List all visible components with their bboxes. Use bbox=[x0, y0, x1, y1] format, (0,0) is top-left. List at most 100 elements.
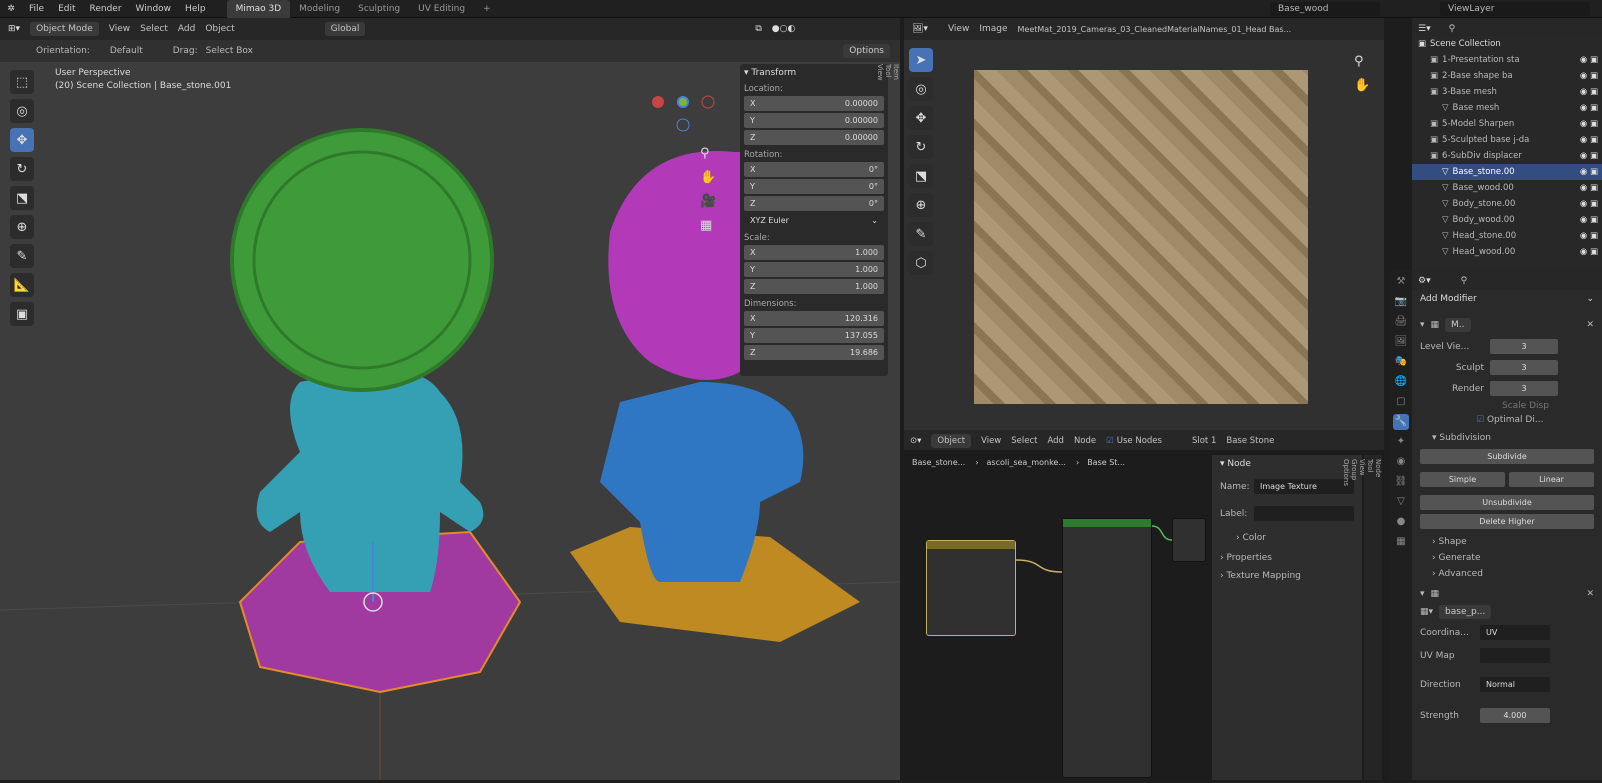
menu-file[interactable]: File bbox=[22, 0, 51, 18]
dimension-y-field[interactable]: Y 137.055 bbox=[744, 328, 884, 343]
shader-type-dropdown[interactable]: Object bbox=[931, 434, 972, 448]
visibility-eye-icon[interactable]: ◉ ▣ bbox=[1580, 215, 1598, 225]
grid-icon[interactable]: ▦ bbox=[700, 214, 716, 238]
slot-dropdown[interactable]: Slot 1 bbox=[1192, 436, 1216, 446]
search-icon[interactable]: ⚲ bbox=[1449, 24, 1456, 34]
rotation-mode-dropdown[interactable]: XYZ Euler ⌄ bbox=[744, 213, 884, 228]
outliner-row[interactable]: ▽ Head_stone.00 ◉ ▣ bbox=[1412, 228, 1602, 244]
modifier-tab-icon[interactable]: 🔧 bbox=[1393, 414, 1409, 430]
generate-section[interactable]: › Generate bbox=[1412, 549, 1602, 565]
tab-group[interactable]: Group bbox=[1350, 459, 1358, 766]
visibility-eye-icon[interactable]: ◉ ▣ bbox=[1580, 151, 1598, 161]
outliner-row[interactable]: ▣ 6-SubDiv displacer ◉ ▣ bbox=[1412, 148, 1602, 164]
tab-item[interactable]: Item bbox=[892, 64, 900, 80]
outliner-row[interactable]: ▽ Head_wood.00 ◉ ▣ bbox=[1412, 244, 1602, 260]
transform-tool-icon[interactable]: ⊕ bbox=[909, 193, 933, 217]
subdivision-section[interactable]: ▾ Subdivision bbox=[1412, 427, 1602, 445]
view-layer-tab-icon[interactable]: 🖼 bbox=[1393, 334, 1409, 350]
menu-view[interactable]: View bbox=[948, 24, 969, 34]
object-tab-icon[interactable]: ▢ bbox=[1393, 394, 1409, 410]
workspace-tab-uv-editing[interactable]: UV Editing bbox=[409, 0, 474, 18]
workspace-tab-mimao[interactable]: Mimao 3D bbox=[226, 0, 291, 18]
visibility-eye-icon[interactable]: ◉ ▣ bbox=[1580, 199, 1598, 209]
rotate-tool-icon[interactable]: ↻ bbox=[909, 135, 933, 159]
menu-select[interactable]: Select bbox=[1011, 436, 1037, 446]
scene-selector[interactable]: Base_wood bbox=[1270, 2, 1380, 16]
search-icon[interactable]: ⚲ bbox=[1461, 276, 1468, 286]
visibility-eye-icon[interactable]: ◉ ▣ bbox=[1580, 87, 1598, 97]
select-box-tool-icon[interactable]: ⬚ bbox=[10, 70, 34, 94]
shading-solid-icon[interactable]: ●○◐ bbox=[772, 24, 796, 34]
location-x-field[interactable]: X 0.00000 bbox=[744, 96, 884, 111]
pan-hand-icon[interactable]: ✋ bbox=[1354, 74, 1370, 98]
tab-options[interactable]: Options bbox=[1342, 459, 1350, 780]
outliner-row[interactable]: ▽ Base mesh ◉ ▣ bbox=[1412, 100, 1602, 116]
visibility-eye-icon[interactable]: ◉ ▣ bbox=[1580, 183, 1598, 193]
cursor-tool-icon[interactable]: ◎ bbox=[909, 77, 933, 101]
menu-object[interactable]: Object bbox=[205, 24, 234, 34]
coordinates-dropdown[interactable]: UV bbox=[1480, 625, 1550, 640]
texture-name-field[interactable]: base_p... bbox=[1439, 605, 1492, 619]
unsubdivide-button[interactable]: Unsubdivide bbox=[1420, 495, 1594, 510]
scale-disp-checkbox[interactable]: Scale Disp bbox=[1412, 399, 1602, 413]
optimal-display-checkbox[interactable]: ☑ Optimal Di... bbox=[1412, 413, 1602, 427]
menu-add[interactable]: Add bbox=[178, 24, 195, 34]
editor-type-icon[interactable]: 🖼▾ bbox=[912, 24, 928, 34]
linear-button[interactable]: Linear bbox=[1509, 472, 1594, 487]
visibility-eye-icon[interactable]: ◉ ▣ bbox=[1580, 231, 1598, 241]
select-tool-icon[interactable]: ➤ bbox=[909, 48, 933, 72]
zoom-icon[interactable]: ⚲ bbox=[1354, 50, 1370, 74]
use-nodes-checkbox[interactable]: ☑ bbox=[1106, 436, 1114, 446]
mode-dropdown[interactable]: Object Mode bbox=[30, 22, 99, 36]
uv-map-field[interactable] bbox=[1480, 648, 1550, 663]
blender-logo-icon[interactable]: ✲ bbox=[0, 4, 22, 14]
texture-tab-icon[interactable]: ▦ bbox=[1393, 534, 1409, 550]
snap-icon[interactable]: ⧉ bbox=[755, 24, 761, 34]
outliner-row[interactable]: ▽ Base_stone.00 ◉ ▣ bbox=[1412, 164, 1602, 180]
outliner-row[interactable]: ▣ 2-Base shape ba ◉ ▣ bbox=[1412, 68, 1602, 84]
rotation-z-field[interactable]: Z 0° bbox=[744, 196, 884, 211]
move-tool-icon[interactable]: ✥ bbox=[10, 128, 34, 152]
visibility-eye-icon[interactable]: ◉ ▣ bbox=[1580, 247, 1598, 257]
expand-chevron-icon[interactable]: ▾ bbox=[1420, 320, 1425, 330]
advanced-section[interactable]: › Advanced bbox=[1412, 565, 1602, 581]
physics-tab-icon[interactable]: ◉ bbox=[1393, 454, 1409, 470]
tab-view[interactable]: View bbox=[1358, 459, 1366, 766]
tab-tool[interactable]: Tool bbox=[1366, 459, 1374, 766]
editor-type-icon[interactable]: ⊞▾ bbox=[8, 24, 20, 34]
data-tab-icon[interactable]: ▽ bbox=[1393, 494, 1409, 510]
options-dropdown[interactable]: Options bbox=[843, 44, 890, 58]
tab-tool[interactable]: Tool bbox=[884, 64, 892, 80]
close-icon[interactable]: ✕ bbox=[1586, 589, 1594, 599]
close-icon[interactable]: ✕ bbox=[1586, 320, 1594, 330]
visibility-eye-icon[interactable]: ◉ ▣ bbox=[1580, 55, 1598, 65]
render-level-field[interactable]: 3 bbox=[1490, 381, 1558, 396]
render-tab-icon[interactable]: 📷 bbox=[1393, 294, 1409, 310]
menu-add[interactable]: Add bbox=[1047, 436, 1063, 446]
pan-hand-icon[interactable]: ✋ bbox=[700, 166, 716, 190]
workspace-tab-sculpting[interactable]: Sculpting bbox=[349, 0, 409, 18]
image-name-field[interactable]: MeetMat_2019_Cameras_03_CleanedMaterialN… bbox=[1018, 25, 1318, 34]
properties-section[interactable]: › Properties bbox=[1212, 549, 1362, 567]
tab-node[interactable]: Node bbox=[1374, 459, 1382, 766]
menu-view[interactable]: View bbox=[981, 436, 1001, 446]
menu-help[interactable]: Help bbox=[178, 0, 213, 18]
visibility-eye-icon[interactable]: ◉ ▣ bbox=[1580, 119, 1598, 129]
editor-type-icon[interactable]: ⊙▾ bbox=[910, 436, 921, 446]
move-tool-icon[interactable]: ✥ bbox=[909, 106, 933, 130]
transform-orientation-dropdown[interactable]: Global bbox=[324, 22, 366, 36]
scale-y-field[interactable]: Y 1.000 bbox=[744, 262, 884, 277]
scene-collection-row[interactable]: ▣ Scene Collection bbox=[1412, 36, 1602, 52]
orientation-dropdown[interactable]: Default bbox=[110, 46, 143, 56]
location-y-field[interactable]: Y 0.00000 bbox=[744, 113, 884, 128]
expand-chevron-icon[interactable]: ▾ bbox=[1420, 589, 1425, 599]
rotation-x-field[interactable]: X 0° bbox=[744, 162, 884, 177]
scale-tool-icon[interactable]: ⬔ bbox=[909, 164, 933, 188]
scene-tab-icon[interactable]: 🎭 bbox=[1393, 354, 1409, 370]
location-z-field[interactable]: Z 0.00000 bbox=[744, 130, 884, 145]
measure-tool-icon[interactable]: 📐 bbox=[10, 273, 34, 297]
zoom-icon[interactable]: ⚲ bbox=[700, 142, 716, 166]
material-tab-icon[interactable]: ● bbox=[1393, 514, 1409, 530]
direction-dropdown[interactable]: Normal bbox=[1480, 677, 1550, 692]
strength-field[interactable]: 4.000 bbox=[1480, 708, 1550, 723]
